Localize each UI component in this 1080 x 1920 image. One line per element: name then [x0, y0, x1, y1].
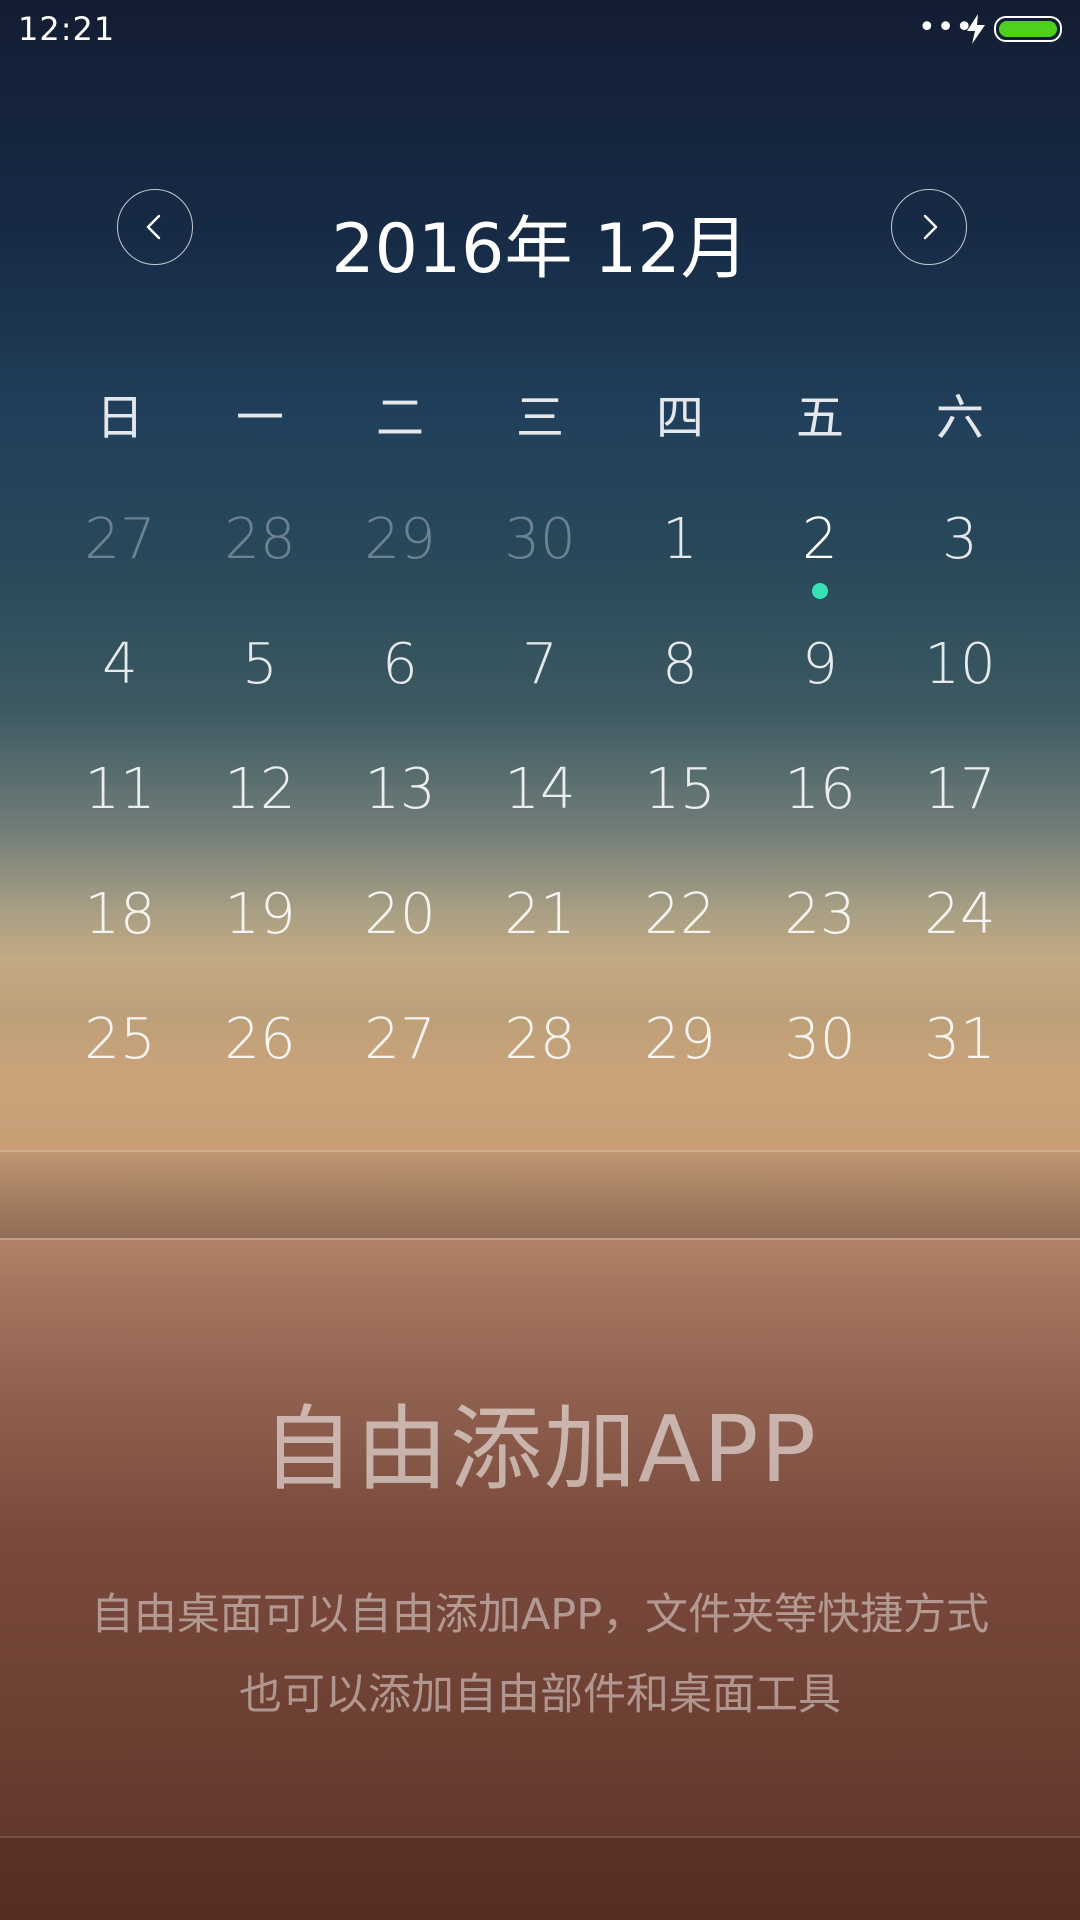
day-cell[interactable]: 19 — [190, 880, 330, 1005]
weekday-label: 日 — [95, 390, 144, 446]
day-number: 21 — [504, 882, 576, 947]
day-number: 27 — [364, 1007, 436, 1072]
divider — [0, 1238, 1080, 1240]
day-cell[interactable]: 27 — [330, 1005, 470, 1130]
day-cell[interactable]: 30 — [470, 505, 610, 630]
day-cell[interactable]: 28 — [470, 1005, 610, 1130]
feature-title: 自由添加APP — [262, 1396, 818, 1503]
day-cell[interactable]: 4 — [50, 630, 190, 755]
day-number: 28 — [224, 507, 296, 572]
panel-edge — [0, 1152, 1080, 1238]
day-number: 17 — [924, 757, 996, 822]
day-number: 7 — [522, 632, 558, 697]
day-cell[interactable]: 6 — [330, 630, 470, 755]
feature-description: 自由桌面可以自由添加APP，文件夹等快捷方式 也可以添加自由部件和桌面工具 — [40, 1575, 1040, 1735]
day-number: 13 — [364, 757, 436, 822]
day-cell[interactable]: 29 — [610, 1005, 750, 1130]
day-number: 28 — [504, 1007, 576, 1072]
day-cell[interactable]: 29 — [330, 505, 470, 630]
day-number: 18 — [84, 882, 156, 947]
day-number: 12 — [224, 757, 296, 822]
weekday-label: 一 — [235, 390, 284, 446]
day-cell[interactable]: 10 — [890, 630, 1030, 755]
day-cell[interactable]: 28 — [190, 505, 330, 630]
day-number: 15 — [644, 757, 716, 822]
day-number: 8 — [662, 632, 698, 697]
weekday-label: 四 — [655, 390, 704, 446]
day-cell[interactable]: 17 — [890, 755, 1030, 880]
day-cell[interactable]: 18 — [50, 880, 190, 1005]
day-cell[interactable]: 11 — [50, 755, 190, 880]
day-cell[interactable]: 23 — [750, 880, 890, 1005]
day-cell[interactable]: 26 — [190, 1005, 330, 1130]
day-number: 24 — [924, 882, 996, 947]
day-cell[interactable]: 20 — [330, 880, 470, 1005]
day-cell[interactable]: 25 — [50, 1005, 190, 1130]
weekday-label: 六 — [935, 390, 984, 446]
next-month-button[interactable] — [891, 189, 967, 265]
today-indicator-dot — [812, 583, 828, 599]
day-number: 1 — [662, 507, 698, 572]
prev-month-button[interactable] — [117, 189, 193, 265]
day-number: 3 — [942, 507, 978, 572]
day-number: 6 — [382, 632, 418, 697]
day-cell[interactable]: 8 — [610, 630, 750, 755]
day-cell[interactable]: 15 — [610, 755, 750, 880]
day-number: 29 — [364, 507, 436, 572]
bottom-panel-edge — [0, 1838, 1080, 1920]
chevron-left-icon — [146, 214, 161, 240]
day-number: 16 — [784, 757, 856, 822]
day-number: 14 — [504, 757, 576, 822]
feature-description-line: 也可以添加自由部件和桌面工具 — [239, 1670, 841, 1720]
day-number: 31 — [924, 1007, 996, 1072]
day-cell[interactable]: 24 — [890, 880, 1030, 1005]
day-number: 23 — [784, 882, 856, 947]
day-number: 22 — [644, 882, 716, 947]
day-cell[interactable]: 9 — [750, 630, 890, 755]
weekday-row: 日 一 二 三 四 五 六 — [50, 378, 1030, 448]
weekday-label: 二 — [375, 390, 424, 446]
day-number: 10 — [924, 632, 996, 697]
calendar-header: 2016年 12月 — [0, 185, 1080, 289]
day-number: 26 — [224, 1007, 296, 1072]
day-cell[interactable]: 30 — [750, 1005, 890, 1130]
day-number: 5 — [242, 632, 278, 697]
day-cell[interactable]: 12 — [190, 755, 330, 880]
battery-icon — [994, 16, 1062, 42]
weekday-label: 五 — [795, 390, 844, 446]
day-number: 30 — [504, 507, 576, 572]
status-bar: 12:21 ••• — [0, 0, 1080, 60]
day-number: 30 — [784, 1007, 856, 1072]
screen: 12:21 ••• 2016年 12月 日 一 二 三 四 五 六 27 28 … — [0, 0, 1080, 1920]
day-number: 2 — [802, 507, 838, 572]
weekday-label: 三 — [515, 390, 564, 446]
battery-level — [999, 21, 1057, 37]
month-title: 2016年 12月 — [331, 210, 749, 289]
day-cell[interactable]: 3 — [890, 505, 1030, 630]
day-number: 25 — [84, 1007, 156, 1072]
day-cell[interactable]: 14 — [470, 755, 610, 880]
day-cell[interactable]: 27 — [50, 505, 190, 630]
calendar-grid: 27 28 29 30 1 2 3 4 5 6 7 8 9 10 11 12 13 14 15 16 17 18 19 20 2… — [50, 505, 1030, 1130]
day-number: 20 — [364, 882, 436, 947]
day-number: 27 — [84, 507, 156, 572]
day-cell[interactable]: 13 — [330, 755, 470, 880]
day-cell[interactable]: 16 — [750, 755, 890, 880]
feature-description-line: 自由桌面可以自由添加APP，文件夹等快捷方式 — [90, 1590, 990, 1640]
day-number: 4 — [102, 632, 138, 697]
day-cell[interactable]: 22 — [610, 880, 750, 1005]
day-number: 11 — [84, 757, 156, 822]
day-number: 19 — [224, 882, 296, 947]
day-cell[interactable]: 7 — [470, 630, 610, 755]
status-time: 12:21 — [18, 10, 116, 48]
day-cell[interactable]: 1 — [610, 505, 750, 630]
bolt-icon — [967, 14, 985, 44]
day-cell[interactable]: 5 — [190, 630, 330, 755]
day-cell[interactable]: 21 — [470, 880, 610, 1005]
chevron-right-icon — [923, 214, 938, 240]
day-number: 9 — [802, 632, 838, 697]
day-number: 29 — [644, 1007, 716, 1072]
day-cell[interactable]: 31 — [890, 1005, 1030, 1130]
day-cell-today[interactable]: 2 — [750, 505, 890, 630]
